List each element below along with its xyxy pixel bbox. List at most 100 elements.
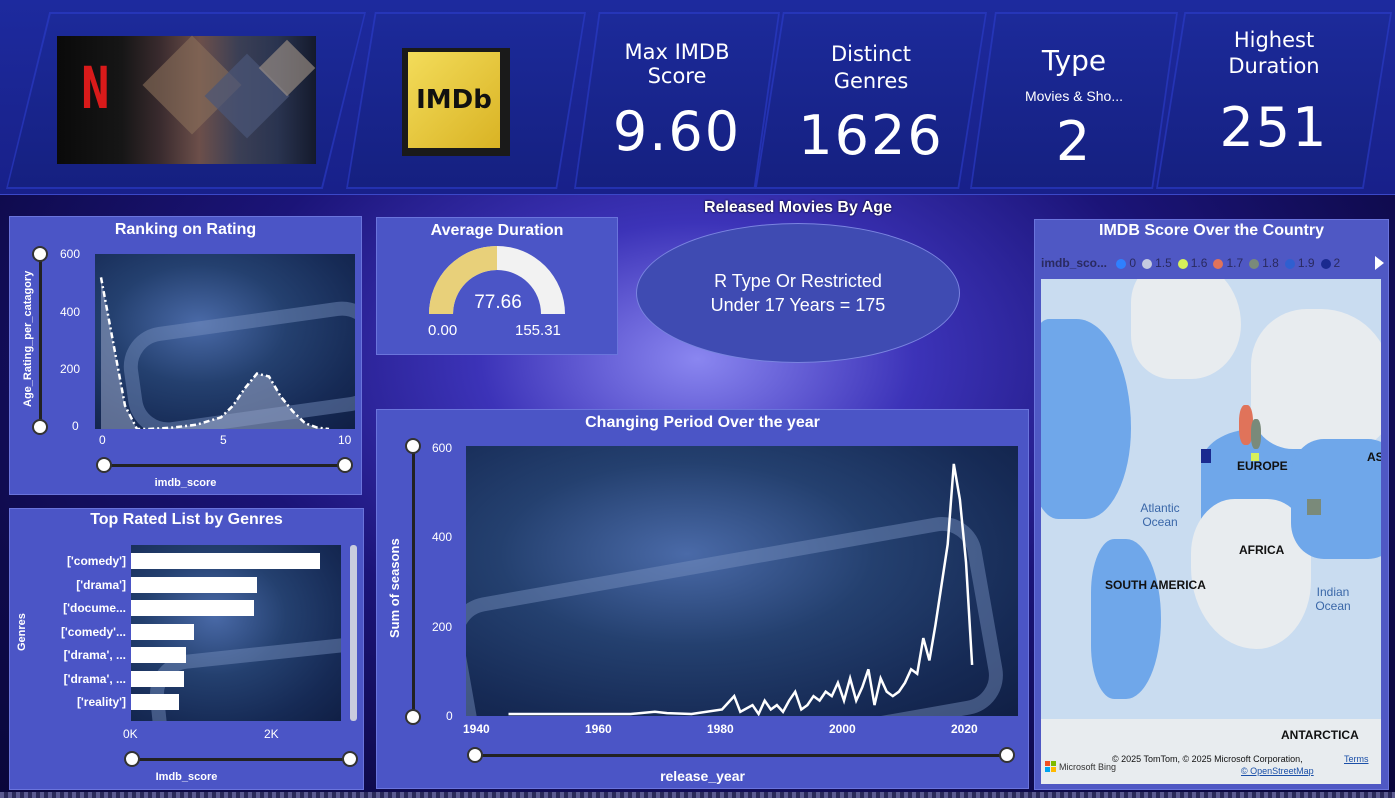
map-osm-link[interactable]: © OpenStreetMap	[1241, 766, 1314, 776]
map-label-asia: AS	[1367, 450, 1381, 464]
page-bottom-strip	[0, 792, 1395, 798]
changing-y-tick: 0	[446, 709, 453, 723]
ranking-y-slider-track[interactable]	[39, 255, 42, 427]
map-land-north-america	[1041, 319, 1131, 519]
genre-category-label: ['drama', ...	[63, 671, 126, 686]
released-by-age-title: Released Movies By Age	[704, 199, 892, 216]
ranking-plot-area	[95, 254, 355, 429]
map-label-indian-text: Indian Ocean	[1315, 585, 1351, 613]
legend-label: 1.6	[1190, 256, 1208, 270]
type-subtitle: Movies & Sho...	[1024, 88, 1124, 104]
ranking-x-tick: 0	[99, 433, 106, 447]
changing-x-tick: 1940	[463, 722, 490, 736]
map-label-south-america: SOUTH AMERICA	[1105, 578, 1206, 592]
changing-y-tick: 400	[432, 530, 453, 544]
released-by-age-line1: R Type Or Restricted	[714, 271, 882, 291]
map-label-atlantic-text: Atlantic Ocean	[1140, 501, 1180, 529]
genre-bar[interactable]	[131, 600, 254, 616]
legend-dot-icon	[1142, 258, 1153, 269]
highest-duration-card: Highest Duration 251	[1158, 14, 1390, 187]
ranking-panel: Ranking on Rating Age_Rating_per_catagor…	[9, 216, 362, 495]
released-by-age-line2: Under 17 Years = 175	[710, 295, 886, 315]
type-card: Type Movies & Sho... 2	[972, 14, 1176, 187]
ranking-x-label: imdb_score	[154, 477, 217, 489]
genre-category-label: ['docume...	[63, 601, 126, 615]
highest-duration-value: 251	[1219, 96, 1329, 159]
genre-bar[interactable]	[131, 576, 257, 593]
ranking-line	[99, 277, 330, 429]
imdb-logo-frame: IMDb	[402, 48, 510, 156]
changing-x-slider-handle-right[interactable]	[999, 747, 1015, 763]
map-legend: imdb_sco... 0 1.5 1.6 1.7 1.8 1.9 2	[1041, 256, 1371, 272]
netflix-poster: N	[57, 35, 316, 164]
changing-y-tick: 200	[432, 620, 453, 634]
ranking-x-slider-track[interactable]	[104, 464, 346, 467]
map-label-atlantic-ocean: Atlantic Ocean	[1127, 501, 1193, 529]
distinct-genres-value: 1626	[798, 104, 944, 167]
genre-bar[interactable]	[131, 694, 179, 710]
legend-dot-icon	[1320, 258, 1331, 269]
distinct-genres-title-l1: Distinct	[830, 42, 912, 66]
legend-label: 2	[1333, 256, 1341, 270]
highest-duration-title-l2: Duration	[1228, 54, 1320, 78]
genres-x-slider-handle-right[interactable]	[342, 751, 358, 767]
genres-x-slider-handle-left[interactable]	[124, 751, 140, 767]
genre-category-label: ['comedy']	[66, 554, 126, 568]
legend-next-arrow-icon[interactable]	[1375, 256, 1384, 270]
ranking-x-slider-handle-right[interactable]	[337, 457, 353, 473]
ranking-chart	[99, 277, 330, 429]
ranking-y-slider-handle-top[interactable]	[32, 246, 48, 262]
legend-dot-icon	[1284, 258, 1295, 269]
genres-x-slider-track[interactable]	[132, 758, 351, 761]
genre-bar[interactable]	[131, 647, 186, 663]
ranking-y-label: Age_Rating_per_catagory	[22, 270, 34, 407]
distinct-genres-card: Distinct Genres 1626	[757, 14, 985, 187]
released-by-age-card: R Type Or Restricted Under 17 Years = 17…	[636, 223, 960, 363]
ranking-y-tick: 400	[60, 305, 81, 319]
map-legend-items: 0 1.5 1.6 1.7 1.8 1.9 2	[1110, 256, 1340, 270]
ranking-y-slider-handle-bottom[interactable]	[32, 419, 48, 435]
ranking-x-slider-handle-left[interactable]	[96, 457, 112, 473]
changing-y-tick: 600	[432, 441, 453, 455]
changing-y-slider-track[interactable]	[412, 446, 415, 718]
ranking-title: Ranking on Rating	[114, 221, 257, 238]
changing-x-tick: 2020	[951, 722, 978, 736]
imdb-logo: IMDb	[408, 52, 500, 148]
genres-x-tick: 0K	[123, 727, 138, 741]
changing-panel: Changing Period Over the year Sum of sea…	[376, 409, 1029, 789]
type-value: 2	[1055, 110, 1093, 173]
changing-line	[508, 463, 974, 716]
changing-x-tick: 2000	[829, 722, 856, 736]
changing-x-ticks: 1940 1960 1980 2000 2020	[377, 722, 1030, 738]
genre-category-label: ['drama', ...	[63, 648, 126, 662]
changing-chart	[508, 463, 974, 716]
ranking-y-tick: 0	[72, 419, 79, 433]
changing-x-label: release_year	[660, 768, 745, 784]
genres-category-labels: ['comedy'] ['drama'] ['docume... ['comedy'.…	[10, 545, 126, 721]
map-country-highlight	[1307, 499, 1321, 515]
avg-duration-max: 155.31	[515, 322, 561, 339]
genre-bar[interactable]	[131, 670, 184, 687]
legend-dot-icon	[1177, 258, 1188, 269]
max-imdb-title-l2: Score	[647, 64, 707, 88]
map-land-russia	[1251, 309, 1381, 449]
ranking-x-tick: 5	[220, 433, 227, 447]
genres-scrollbar[interactable]	[350, 545, 357, 721]
legend-dot-icon	[1116, 258, 1127, 269]
max-imdb-title-l1: Max IMDB	[624, 40, 730, 64]
genre-category-label: ['comedy'...	[60, 624, 126, 639]
avg-duration-value: 77.66	[474, 292, 522, 313]
genre-bar[interactable]	[131, 553, 320, 569]
changing-x-slider-track[interactable]	[475, 754, 1008, 757]
ranking-x-tick: 10	[338, 433, 352, 447]
highest-duration-title-l1: Highest	[1233, 28, 1315, 52]
map-terms-link[interactable]: Terms	[1344, 754, 1369, 764]
changing-y-slider-handle-top[interactable]	[405, 438, 421, 454]
legend-label: 1.8	[1262, 256, 1279, 270]
genre-bar[interactable]	[131, 623, 194, 640]
changing-x-slider-handle-left[interactable]	[467, 747, 483, 763]
world-map[interactable]: EUROPE AFRICA SOUTH AMERICA ANTARCTICA A…	[1041, 279, 1381, 784]
map-label-indian-ocean: Indian Ocean	[1303, 585, 1363, 613]
bing-attribution: Microsoft Bing	[1045, 761, 1116, 772]
changing-plot-area	[466, 446, 1018, 716]
